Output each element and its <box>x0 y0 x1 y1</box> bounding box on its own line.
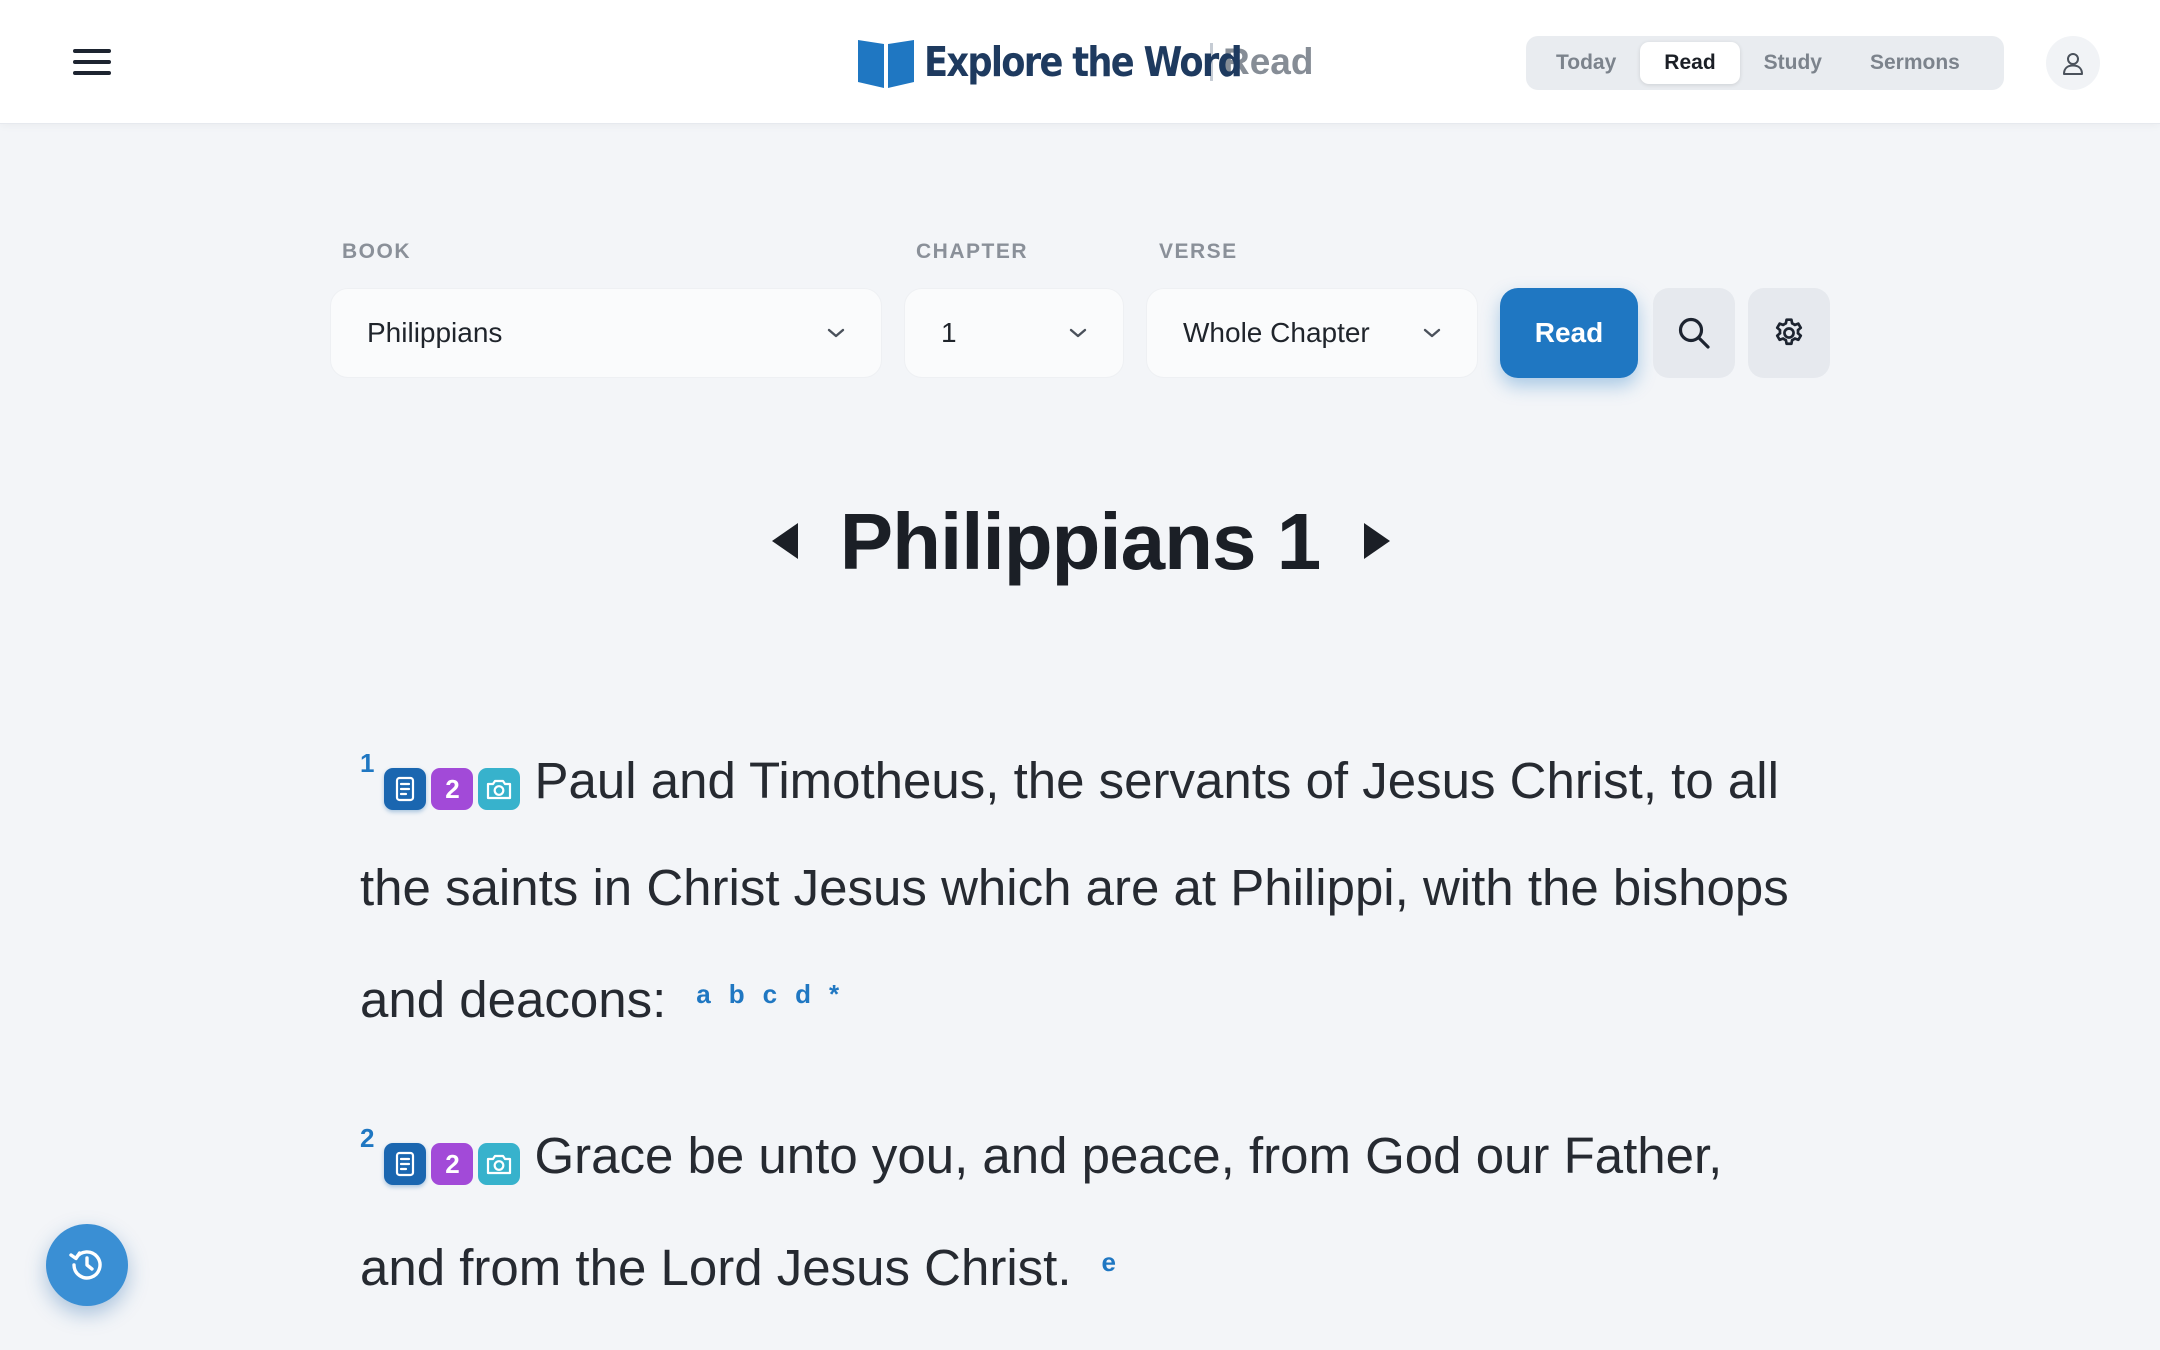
footnote-link[interactable]: b <box>729 979 745 1009</box>
verse-number[interactable]: 1 <box>360 748 374 778</box>
brand-name: Explore the Word <box>924 38 1243 86</box>
brand[interactable]: Explore the Word Read <box>856 34 1313 90</box>
verse-notes-button[interactable] <box>384 768 427 810</box>
next-chapter-button[interactable] <box>1358 518 1394 564</box>
chapter-select[interactable]: 1 <box>904 288 1124 378</box>
document-icon <box>396 1151 415 1177</box>
settings-button[interactable] <box>1748 288 1830 378</box>
verse: 1 2 Paul and Timotheus, the servants of Je… <box>360 710 1800 1053</box>
book-label: BOOK <box>342 240 411 263</box>
footnote-link[interactable]: a <box>696 979 710 1009</box>
section-tabs: Today Read Study Sermons <box>1526 36 2004 90</box>
open-book-icon <box>858 40 914 88</box>
footnote-link[interactable]: e <box>1102 1247 1116 1277</box>
footnote-link[interactable]: c <box>763 979 777 1009</box>
verse-number[interactable]: 2 <box>360 1123 374 1153</box>
book-select[interactable]: Philippians <box>330 288 882 378</box>
tab-today[interactable]: Today <box>1532 42 1640 84</box>
verse-label: VERSE <box>1159 240 1238 263</box>
verse-media-button[interactable] <box>478 1143 521 1185</box>
verse-notes-button[interactable] <box>384 1143 427 1185</box>
chevron-down-icon <box>1423 328 1441 338</box>
camera-icon <box>487 1154 512 1175</box>
verse-media-button[interactable] <box>478 768 521 810</box>
book-select-value: Philippians <box>367 317 503 348</box>
chevron-down-icon <box>827 328 845 338</box>
verse-resource-count-badge[interactable]: 2 <box>431 768 474 810</box>
verse-select-value: Whole Chapter <box>1183 317 1370 348</box>
camera-icon <box>487 779 512 800</box>
search-icon <box>1678 317 1710 349</box>
chapter-title: Philippians 1 <box>839 497 1321 586</box>
tab-study[interactable]: Study <box>1740 42 1846 84</box>
document-icon <box>396 776 415 802</box>
search-button[interactable] <box>1653 288 1735 378</box>
verse-text: Paul and Timotheus, the servants of Jesu… <box>360 752 1789 1028</box>
hamburger-menu-icon[interactable] <box>70 44 114 80</box>
history-icon <box>69 1250 102 1280</box>
chapter-label: CHAPTER <box>916 240 1029 263</box>
footnote-link[interactable]: d <box>795 979 811 1009</box>
verse-text: Grace be unto you, and peace, from God o… <box>360 1127 1723 1296</box>
verse-resource-badges: 2 <box>384 1143 521 1185</box>
user-avatar-button[interactable] <box>2046 36 2100 90</box>
verse-resource-count-badge[interactable]: 2 <box>431 1143 474 1185</box>
chevron-down-icon <box>1069 328 1087 338</box>
verse: 2 2 Grace be unto you, and peace, from God… <box>360 1085 1800 1321</box>
read-button[interactable]: Read <box>1500 288 1638 378</box>
reading-history-button[interactable] <box>46 1224 128 1306</box>
user-icon <box>2063 53 2083 75</box>
tab-sermons[interactable]: Sermons <box>1846 42 1984 84</box>
footnote-link[interactable]: * <box>829 979 839 1009</box>
top-bar: Explore the Word Read Today Read Study S… <box>0 0 2160 124</box>
verse-select[interactable]: Whole Chapter <box>1146 288 1478 378</box>
gear-icon <box>1775 318 1803 346</box>
chapter-select-value: 1 <box>941 317 957 348</box>
verse-resource-badges: 2 <box>384 768 521 810</box>
tab-read[interactable]: Read <box>1640 42 1740 84</box>
